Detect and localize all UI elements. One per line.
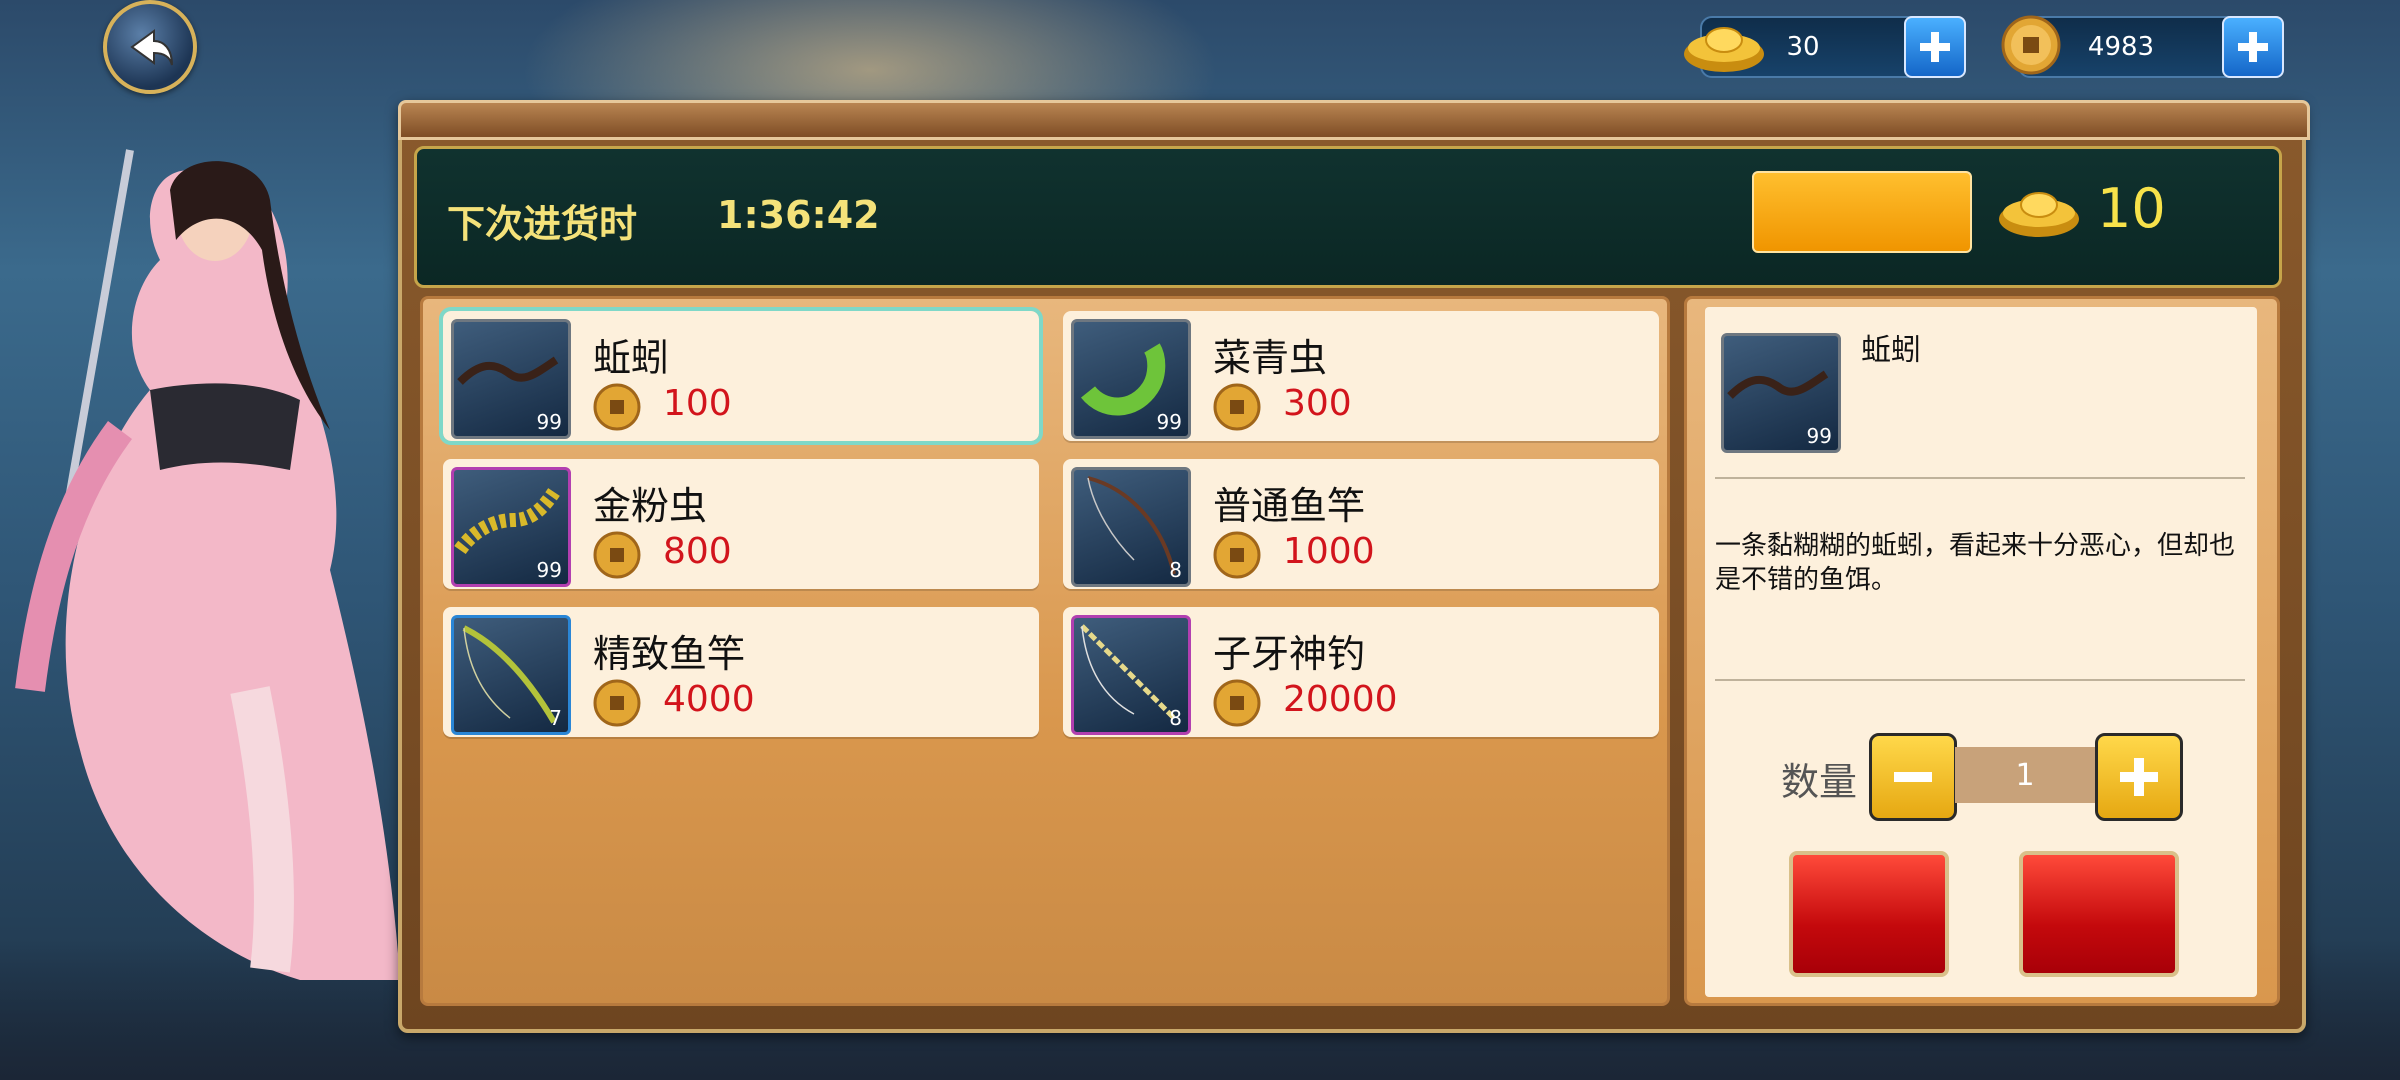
shop-item-earthworm[interactable]: 99 蚯蚓 100 (439, 307, 1043, 445)
fishing-rod-icon (1087, 476, 1176, 575)
copper-coin-bar: 4983 (2001, 15, 2284, 78)
item-quantity: 8 (1169, 558, 1182, 582)
gold-ingot-value: 30 (1786, 32, 1820, 62)
restock-header: 下次进货时 1:36:42 10 (414, 146, 2282, 288)
item-description: 一条黏糊糊的蚯蚓，看起来十分恶心，但却也是不错的鱼饵。 (1715, 531, 2236, 595)
gold-ingot-bar: 30 (1684, 16, 1966, 78)
divider (1715, 679, 2245, 681)
item-thumbnail: 7 (451, 615, 571, 735)
item-thumbnail: 8 (1071, 615, 1191, 735)
divider (1715, 477, 2245, 479)
detail-thumbnail: 99 (1721, 333, 1841, 453)
divine-rod-icon (1080, 624, 1176, 720)
item-quantity: 8 (1169, 706, 1182, 730)
item-name: 菜青虫 (1213, 336, 1328, 380)
back-button[interactable] (103, 0, 197, 94)
shop-item-cabbage-worm[interactable]: 99 菜青虫 300 (1063, 311, 1659, 441)
restock-label: 下次进货时 (447, 202, 638, 246)
item-quantity: 7 (549, 706, 562, 730)
plus-icon (2120, 758, 2158, 796)
item-name: 普通鱼竿 (1213, 484, 1366, 528)
quantity-value[interactable]: 1 (1955, 747, 2095, 803)
action-button-left[interactable] (1789, 851, 1949, 977)
item-price: 800 (663, 531, 732, 572)
item-detail-card: 99 蚯蚓 一条黏糊糊的蚯蚓，看起来十分恶心，但却也是不错的鱼饵。 数量 1 (1705, 307, 2257, 997)
detail-item-name: 蚯蚓 (1861, 333, 1921, 368)
item-name: 子牙神钓 (1213, 632, 1366, 676)
minus-icon (1894, 772, 1932, 782)
character-illustration (15, 149, 400, 980)
refresh-button[interactable] (1752, 171, 1972, 253)
add-gold-button[interactable] (1904, 16, 1966, 78)
shop-item-fine-rod[interactable]: 7 精致鱼竿 4000 (443, 607, 1039, 737)
shop-frame-top (398, 100, 2310, 140)
item-price: 1000 (1283, 531, 1375, 572)
copper-coin-icon (593, 679, 641, 727)
copper-coin-icon (1213, 531, 1261, 579)
copper-coin-icon (593, 531, 641, 579)
item-name: 金粉虫 (593, 484, 708, 528)
item-name: 蚯蚓 (593, 336, 670, 380)
copper-coin-icon (1213, 679, 1261, 727)
item-quantity: 99 (536, 410, 562, 434)
quantity-increase-button[interactable] (2095, 733, 2183, 821)
item-thumbnail: 99 (451, 467, 571, 587)
bamboo-rod-icon (462, 625, 557, 724)
item-thumbnail: 99 (451, 319, 571, 439)
restock-timer: 1:36:42 (717, 193, 880, 237)
item-quantity: 99 (536, 558, 562, 582)
copper-coin-icon (1213, 383, 1261, 431)
item-thumbnail: 99 (1071, 319, 1191, 439)
quantity-label: 数量 (1781, 760, 1858, 804)
plus-icon (1920, 32, 1950, 62)
shop-item-ziya-rod[interactable]: 8 子牙神钓 20000 (1063, 607, 1659, 737)
item-name: 精致鱼竿 (593, 632, 746, 676)
copper-coin-value: 4983 (2087, 32, 2155, 62)
detail-quantity: 99 (1806, 424, 1832, 448)
item-price: 300 (1283, 383, 1352, 424)
item-price: 4000 (663, 679, 755, 720)
item-price: 100 (663, 383, 732, 424)
add-coin-button[interactable] (2222, 16, 2284, 78)
plus-icon (2238, 32, 2268, 62)
item-list-panel: 99 蚯蚓 100 99 菜青虫 300 99 金粉虫 800 8 普通鱼竿 1… (420, 296, 1670, 1006)
item-thumbnail: 8 (1071, 467, 1191, 587)
copper-coin-icon (593, 383, 641, 431)
shop-item-common-rod[interactable]: 8 普通鱼竿 1000 (1063, 459, 1659, 589)
action-button-right[interactable] (2019, 851, 2179, 977)
item-quantity: 99 (1156, 410, 1182, 434)
quantity-decrease-button[interactable] (1869, 733, 1957, 821)
refresh-cost: 10 (2097, 177, 2166, 240)
item-price: 20000 (1283, 679, 1398, 720)
item-detail-panel: 99 蚯蚓 一条黏糊糊的蚯蚓，看起来十分恶心，但却也是不错的鱼饵。 数量 1 (1684, 296, 2280, 1006)
back-arrow-icon (130, 29, 173, 66)
gold-ingot-icon (1999, 192, 2079, 237)
shop-item-golden-worm[interactable]: 99 金粉虫 800 (443, 459, 1039, 589)
